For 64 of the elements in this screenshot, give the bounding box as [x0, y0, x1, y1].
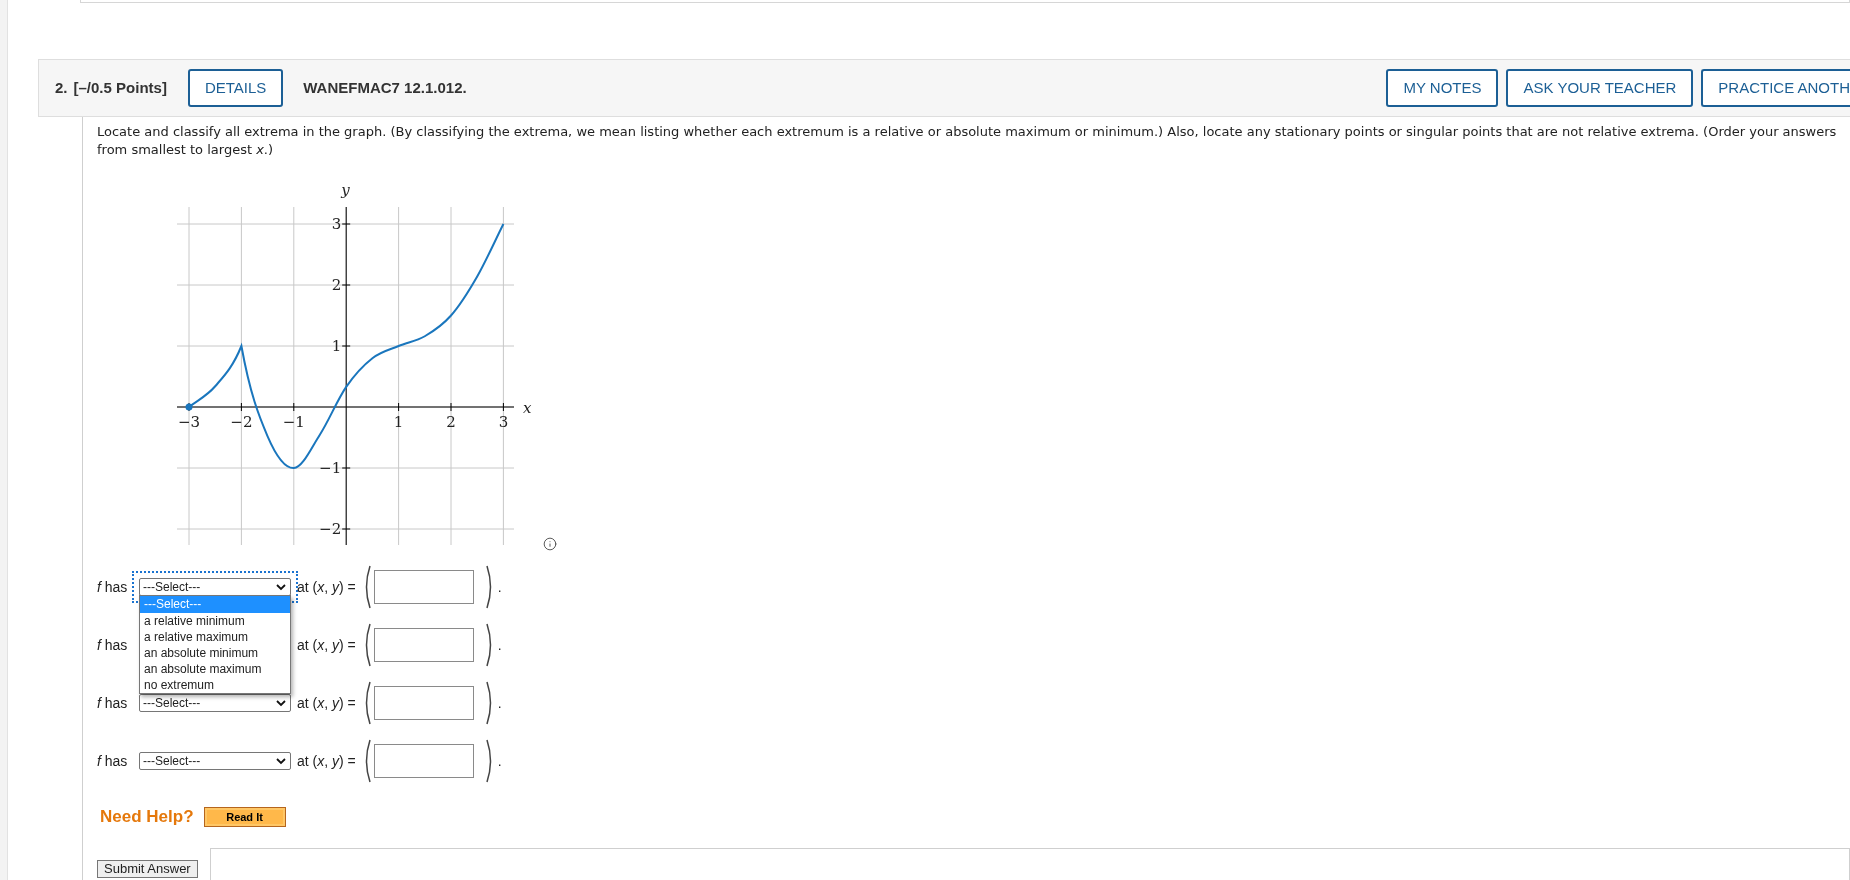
y-tick-label: −2 — [319, 520, 351, 538]
x-tick-label: −3 — [177, 413, 201, 431]
y-tick-label: 1 — [331, 337, 351, 355]
x-axis-label: x — [523, 399, 532, 417]
x-tick-label: 1 — [393, 402, 404, 431]
period-text: . — [497, 751, 502, 771]
statement-label: f has — [97, 693, 129, 713]
answer-field[interactable] — [373, 628, 474, 662]
info-icon[interactable] — [543, 537, 557, 551]
answer-field[interactable] — [373, 686, 474, 720]
question-number: 2. — [55, 77, 68, 98]
y-tick-label: 2 — [331, 276, 342, 294]
dropdown-option[interactable]: no extremum — [140, 677, 290, 693]
y-tick-label: −1 — [319, 459, 342, 477]
coordinate-label: at (x, y) = — [297, 751, 356, 771]
statement-label: f has — [97, 635, 129, 655]
submit-answer-button[interactable]: Submit Answer — [97, 859, 198, 878]
y-tick-label: 3 — [331, 215, 351, 233]
x-tick-label: 3 — [498, 402, 509, 431]
extremum-select[interactable]: ---Select--- — [139, 752, 291, 770]
extremum-select[interactable]: ---Select--- — [139, 694, 291, 712]
period-text: . — [497, 635, 502, 655]
answer-field[interactable] — [373, 570, 474, 604]
y-tick-label: 2 — [331, 276, 351, 294]
action-button[interactable]: ASK YOUR TEACHER — [1506, 69, 1694, 107]
x-tick-label: 3 — [498, 413, 509, 431]
y-tick-label: −2 — [319, 520, 342, 538]
y-axis-label: y — [341, 181, 350, 199]
action-button[interactable]: PRACTICE ANOTH — [1701, 69, 1850, 107]
dropdown-option[interactable]: an absolute maximum — [140, 661, 290, 677]
x-tick-label: −3 — [177, 402, 201, 431]
x-tick-label: −1 — [282, 413, 305, 431]
details-button[interactable]: DETAILS — [187, 69, 284, 107]
chevron-down-icon — [276, 583, 286, 591]
x-tick-label: 2 — [446, 413, 456, 431]
points-label: [–/0.5 Points] — [73, 77, 167, 98]
coordinate-label: at (x, y) = — [297, 635, 356, 655]
chevron-down-icon — [276, 757, 286, 765]
y-tick-label: −1 — [319, 459, 351, 477]
dropdown-option[interactable]: an absolute minimum — [140, 645, 290, 661]
x-tick-label: −2 — [230, 413, 253, 431]
coordinate-label: at (x, y) = — [297, 577, 356, 597]
action-button[interactable]: MY NOTES — [1386, 69, 1499, 107]
period-text: . — [497, 693, 502, 713]
dropdown-option[interactable]: a relative maximum — [140, 629, 290, 645]
period-text: . — [497, 577, 502, 597]
statement-label: f has — [97, 751, 129, 771]
help-label: Need Help? — [100, 806, 194, 828]
x-tick-label: −2 — [230, 402, 253, 431]
read-it-button[interactable]: Read It — [203, 806, 286, 827]
chevron-down-icon — [276, 699, 286, 707]
x-tick-label: −1 — [282, 402, 305, 431]
x-tick-label: 2 — [446, 402, 456, 431]
y-tick-label: 1 — [331, 337, 342, 355]
extremum-select[interactable]: ---Select--- — [139, 578, 291, 596]
coordinate-label: at (x, y) = — [297, 693, 356, 713]
y-tick-label: 3 — [331, 215, 342, 233]
x-tick-label: 1 — [393, 413, 404, 431]
question-text: Locate and classify all extrema in the graph. (By classifying the extrema, we mean listing whether each extremum is a relative or absolute maximum or minimum.) Also, locate any stationary points or singular points that are not relative extrema. (Order your answers from smallest to largest x.) — [97, 123, 1838, 159]
statement-label: f has — [97, 577, 129, 597]
answer-field[interactable] — [373, 744, 474, 778]
dropdown-option[interactable]: a relative minimum — [140, 613, 290, 629]
question-code: WANEFMAC7 12.1.012. — [303, 77, 467, 98]
endpoint-dot — [185, 403, 193, 411]
